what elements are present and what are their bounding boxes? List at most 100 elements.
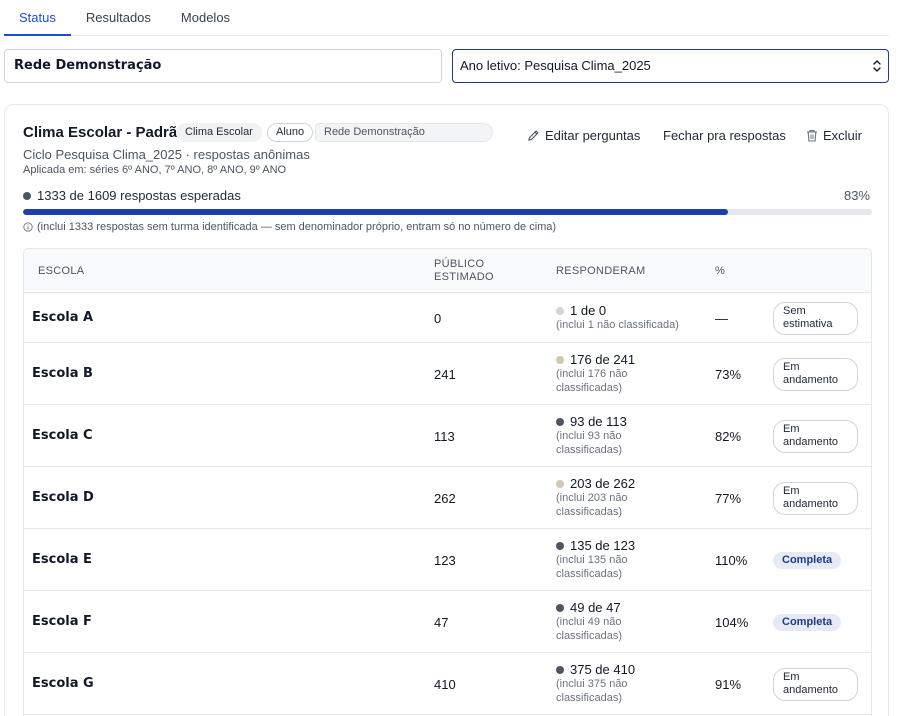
responses-text: 375 de 410 — [570, 662, 636, 677]
responses-note: (inclui 135 não — [556, 554, 628, 566]
school-name: Escola B — [32, 366, 93, 381]
response-percent: 82% — [715, 429, 742, 444]
info-icon — [23, 222, 33, 232]
status-dot — [556, 479, 564, 488]
applied-grades: Aplicada em: séries 6º ANO, 7º ANO, 8º A… — [23, 164, 287, 176]
school-name: Escola A — [32, 310, 94, 325]
header-publico-line1: PÚBLICO — [434, 258, 485, 270]
school-name: Escola C — [32, 428, 93, 443]
close-responses-label: Fechar pra respostas — [663, 128, 786, 143]
ano-letivo-value: Ano letivo: Pesquisa Clima_2025 — [460, 58, 651, 73]
progress-text: 1333 de 1609 respostas esperadas — [37, 188, 241, 203]
table-body: Escola A 0 1 de 0 (inclui 1 não classificad… — [24, 293, 871, 715]
status-dot — [556, 603, 564, 612]
table-row[interactable]: Escola D 262 203 de 262 (inclui 203 não clas… — [24, 467, 871, 529]
schools-table: ESCOLA PÚBLICO ESTIMADO RESPONDERAM % Es… — [23, 248, 872, 716]
responses-note: (inclui 93 não — [556, 430, 622, 442]
responses-text: 93 de 113 — [570, 414, 627, 429]
status-line1: Em — [783, 671, 800, 683]
status-line1: Em — [783, 423, 800, 435]
responses-note-2: classificadas) — [556, 568, 623, 580]
status-dot — [556, 541, 564, 550]
estimated-audience: 113 — [434, 429, 455, 444]
survey-title: Clima Escolar - Padrão — [23, 124, 187, 141]
status-dot — [556, 417, 564, 426]
responses-note-2: classificadas) — [556, 692, 623, 704]
status-badge: Em andamento — [773, 420, 858, 453]
tab-bar: Status Resultados Modelos — [4, 0, 889, 36]
status-line2: andamento — [783, 436, 839, 448]
responses-cell: 375 de 410 (inclui 375 não classificadas) — [556, 662, 635, 705]
progress-label: 1333 de 1609 respostas esperadas — [23, 188, 241, 203]
responses-note: (inclui 176 não — [556, 368, 628, 380]
status-dot — [556, 306, 564, 315]
estimated-audience: 0 — [434, 311, 442, 326]
status-badge: Em andamento — [773, 482, 858, 515]
responses-text: 135 de 123 — [570, 538, 636, 553]
responses-note: (inclui 49 não — [556, 616, 622, 628]
audience-chip: Aluno — [267, 123, 314, 142]
responses-cell: 203 de 262 (inclui 203 não classificadas) — [556, 476, 635, 519]
responses-cell: 176 de 241 (inclui 176 não classificadas) — [556, 352, 635, 395]
survey-card: Clima Escolar - Padrão Clima Escolar Alu… — [4, 104, 889, 716]
responses-count: 375 de 410 — [556, 662, 635, 677]
school-name: Escola D — [32, 490, 94, 505]
close-responses-button[interactable]: Fechar pra respostas — [663, 128, 786, 143]
status-line2: estimativa — [783, 318, 833, 330]
school-name: Escola E — [32, 552, 92, 567]
school-name: Escola G — [32, 676, 94, 691]
progress-bar — [23, 209, 872, 215]
progress-note: (inclui 1333 respostas sem turma identif… — [23, 221, 556, 233]
table-row[interactable]: Escola C 113 93 de 113 (inclui 93 não classi… — [24, 405, 871, 467]
tab-status[interactable]: Status — [4, 0, 71, 36]
responses-text: 1 de 0 — [570, 303, 607, 318]
estimated-audience: 47 — [434, 615, 449, 630]
responses-note: (inclui 375 não — [556, 678, 628, 690]
progress-dot — [23, 191, 31, 200]
responses-count: 203 de 262 — [556, 476, 635, 491]
status-line1: Em — [783, 485, 800, 497]
response-percent: — — [715, 311, 728, 326]
tab-resultados[interactable]: Resultados — [71, 0, 166, 36]
status-line2: andamento — [783, 684, 839, 696]
table-row[interactable]: Escola F 47 49 de 47 (inclui 49 não classifi… — [24, 591, 871, 653]
table-row[interactable]: Escola G 410 375 de 410 (inclui 375 não clas… — [24, 653, 871, 715]
status-badge: Em andamento — [773, 358, 858, 391]
status-badge: Completa — [773, 614, 842, 631]
chevron-updown-icon — [873, 60, 881, 72]
responses-count: 49 de 47 — [556, 600, 622, 615]
responses-cell: 1 de 0 (inclui 1 não classificada) — [556, 303, 679, 332]
tab-modelos[interactable]: Modelos — [166, 0, 245, 36]
delete-button[interactable]: Excluir — [806, 128, 862, 143]
table-row[interactable]: Escola B 241 176 de 241 (inclui 176 não clas… — [24, 343, 871, 405]
header-pct: % — [715, 265, 726, 277]
status-dot — [556, 355, 564, 364]
responses-cell: 135 de 123 (inclui 135 não classificadas) — [556, 538, 635, 581]
estimated-audience: 262 — [434, 491, 456, 506]
response-percent: 73% — [715, 367, 742, 382]
estimated-audience: 241 — [434, 367, 456, 382]
table-row[interactable]: Escola E 123 135 de 123 (inclui 135 não clas… — [24, 529, 871, 591]
responses-cell: 93 de 113 (inclui 93 não classificadas) — [556, 414, 627, 457]
header-publico: PÚBLICO ESTIMADO — [434, 258, 494, 284]
cycle-info: Ciclo Pesquisa Clima_2025 · respostas an… — [23, 147, 310, 162]
response-percent: 77% — [715, 491, 742, 506]
ano-letivo-select[interactable]: Ano letivo: Pesquisa Clima_2025 — [452, 49, 889, 83]
responses-text: 49 de 47 — [570, 600, 621, 615]
table-header: ESCOLA PÚBLICO ESTIMADO RESPONDERAM % — [24, 249, 871, 293]
rede-chip: Rede Demonstração — [315, 123, 493, 142]
responses-note-2: classificadas) — [556, 506, 623, 518]
status-badge: Completa — [773, 552, 842, 569]
response-percent: 91% — [715, 677, 742, 692]
header-escola: ESCOLA — [38, 265, 85, 277]
table-row[interactable]: Escola A 0 1 de 0 (inclui 1 não classificad… — [24, 293, 871, 343]
responses-text: 203 de 262 — [570, 476, 636, 491]
school-name: Escola F — [32, 614, 92, 629]
status-line1: Em — [783, 361, 800, 373]
responses-note-2: classificadas) — [556, 630, 623, 642]
edit-questions-button[interactable]: Editar perguntas — [527, 128, 640, 143]
header-responderam: RESPONDERAM — [556, 265, 646, 277]
responses-count: 1 de 0 — [556, 303, 679, 318]
delete-label: Excluir — [823, 128, 863, 143]
rede-field[interactable]: Rede Demonstração — [4, 49, 442, 83]
